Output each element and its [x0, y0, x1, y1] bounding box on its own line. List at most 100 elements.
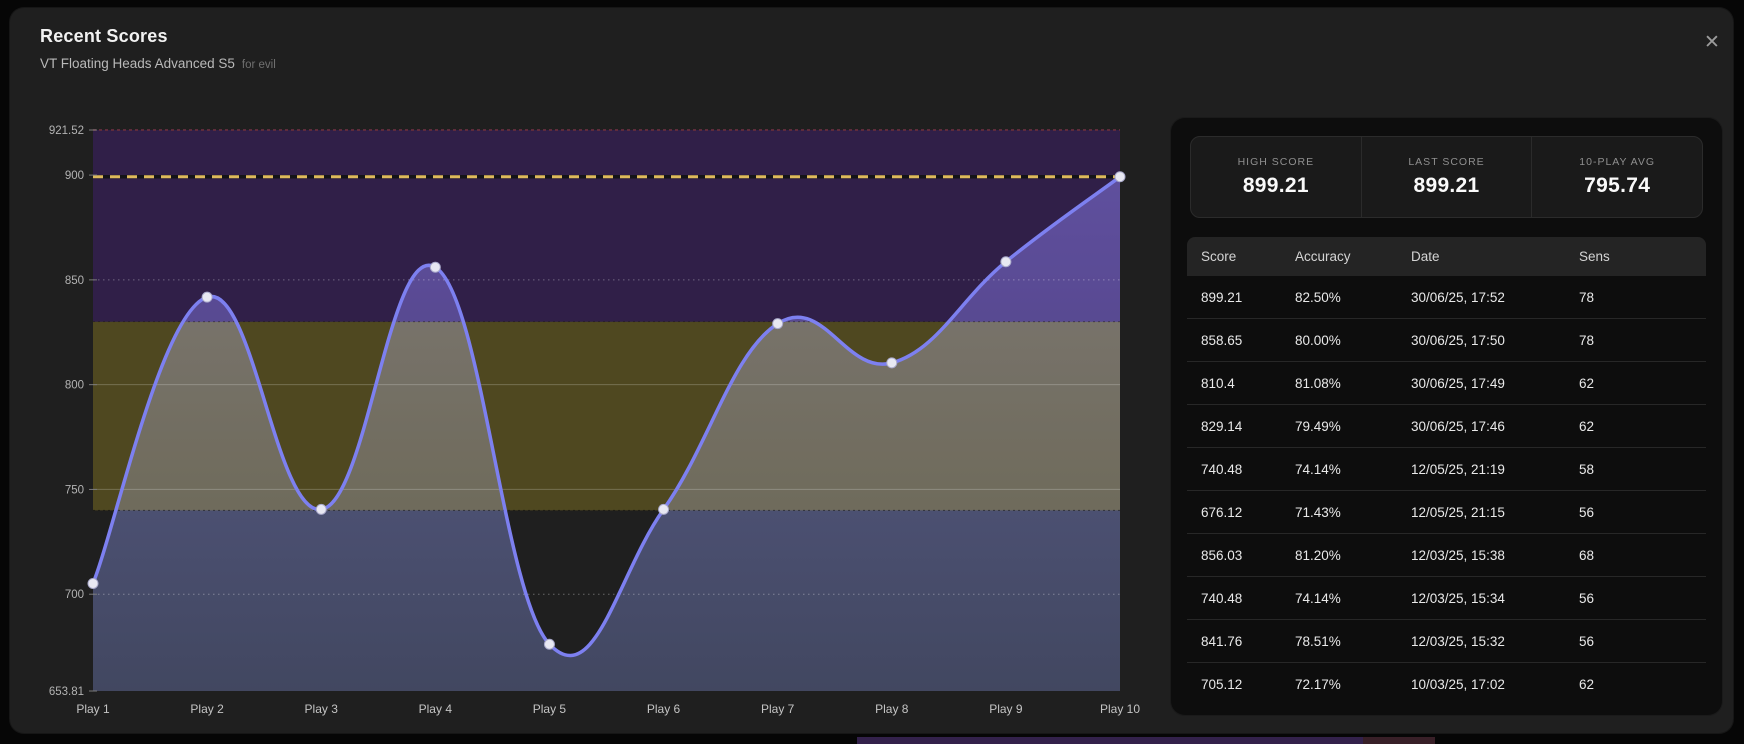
data-point-play-3[interactable] [315, 503, 327, 515]
cell-date: 12/03/25, 15:38 [1411, 547, 1505, 563]
cell-accuracy: 78.51% [1295, 633, 1341, 649]
page-title: Recent Scores [40, 26, 168, 46]
cell-score: 829.14 [1201, 418, 1243, 434]
data-point-play-10[interactable] [1114, 171, 1126, 183]
score-row: 740.48 74.14% 12/03/25, 15:34 56 [1187, 577, 1706, 620]
x-tick-label: Play 3 [305, 702, 339, 716]
cell-date: 12/05/25, 21:15 [1411, 504, 1505, 520]
score-row: 856.03 81.20% 12/03/25, 15:38 68 [1187, 534, 1706, 577]
scenario-player: for evil [241, 59, 276, 71]
stat-label: HIGH SCORE [1237, 156, 1315, 168]
stat-value: 795.74 [1584, 174, 1651, 197]
data-point-play-5[interactable] [543, 638, 555, 650]
cell-accuracy: 82.50% [1295, 289, 1341, 305]
cell-score: 740.48 [1201, 461, 1243, 477]
cell-score: 705.12 [1201, 677, 1243, 692]
data-point-play-8[interactable] [886, 357, 898, 369]
stat-value: 899.21 [1242, 174, 1309, 197]
x-tick-label: Play 9 [989, 702, 1023, 716]
stat-10-play-avg: 10-PLAY AVG 795.74 [1531, 137, 1702, 217]
recent-scores-screen: Recent Scores VT Floating Heads Advanced… [0, 0, 1744, 744]
cell-score: 856.03 [1201, 547, 1243, 563]
x-tick-label: Play 8 [875, 702, 909, 716]
cell-score: 810.4 [1201, 375, 1235, 391]
y-tick-label: 850 [65, 275, 84, 287]
cell-accuracy: 74.14% [1295, 461, 1341, 477]
cell-score: 841.76 [1201, 633, 1243, 649]
stat-value: 899.21 [1413, 174, 1480, 197]
recent-scores-modal: Recent Scores VT Floating Heads Advanced… [10, 8, 1733, 733]
x-tick-label: Play 10 [1100, 702, 1140, 716]
stat-last-score: LAST SCORE 899.21 [1360, 137, 1532, 217]
score-row: 841.76 78.51% 12/03/25, 15:32 56 [1187, 620, 1706, 663]
scenario-subtitle: VT Floating Heads Advanced S5 for evil [40, 56, 276, 71]
cell-sens: 62 [1579, 375, 1595, 391]
y-tick-label: 800 [65, 380, 84, 392]
cell-score: 899.21 [1201, 289, 1243, 305]
score-row: 676.12 71.43% 12/05/25, 21:15 56 [1187, 491, 1706, 534]
column-header-sens: Sens [1579, 249, 1610, 264]
y-tick-label: 900 [65, 170, 84, 182]
x-tick-label: Play 4 [419, 702, 453, 716]
score-row: 740.48 74.14% 12/05/25, 21:19 58 [1187, 448, 1706, 491]
data-point-play-1[interactable] [87, 577, 99, 589]
x-tick-label: Play 1 [76, 702, 110, 716]
y-tick-label: 653.81 [49, 686, 84, 698]
cell-sens: 62 [1579, 677, 1595, 692]
score-row: 858.65 80.00% 30/06/25, 17:50 78 [1187, 319, 1706, 362]
cell-date: 30/06/25, 17:49 [1411, 375, 1505, 391]
stats-box: HIGH SCORE 899.21 LAST SCORE 899.21 10-P… [1190, 136, 1703, 218]
scores-table-header: Score Accuracy Date Sens [1187, 237, 1706, 276]
stats-panel: HIGH SCORE 899.21 LAST SCORE 899.21 10-P… [1171, 118, 1722, 715]
cell-date: 30/06/25, 17:50 [1411, 332, 1505, 348]
cell-score: 858.65 [1201, 332, 1243, 348]
high-band [93, 130, 1120, 322]
cell-sens: 56 [1579, 590, 1595, 606]
cell-sens: 56 [1579, 504, 1595, 520]
background-page-sliver [857, 737, 1363, 744]
column-header-score: Score [1201, 249, 1237, 264]
data-point-play-9[interactable] [1000, 256, 1012, 268]
x-tick-label: Play 6 [647, 702, 681, 716]
scores-table-body: 899.21 82.50% 30/06/25, 17:52 78 858.65 … [1187, 276, 1706, 706]
score-row: 810.4 81.08% 30/06/25, 17:49 62 [1187, 362, 1706, 405]
data-point-play-4[interactable] [429, 261, 441, 273]
data-point-play-7[interactable] [772, 318, 784, 330]
score-row: 829.14 79.49% 30/06/25, 17:46 62 [1187, 405, 1706, 448]
x-tick-label: Play 2 [190, 702, 224, 716]
cell-sens: 56 [1579, 633, 1595, 649]
cell-date: 30/06/25, 17:52 [1411, 289, 1505, 305]
y-tick-label: 921.52 [49, 125, 84, 137]
scores-table: Score Accuracy Date Sens 899.21 82.50% 3… [1187, 237, 1706, 706]
cell-sens: 78 [1579, 289, 1595, 305]
cell-date: 12/03/25, 15:34 [1411, 590, 1505, 606]
cell-accuracy: 72.17% [1295, 677, 1341, 692]
stat-label: LAST SCORE [1408, 156, 1485, 168]
cell-sens: 68 [1579, 547, 1595, 563]
score-chart[interactable]: 921.52 900 850 800 750 700 653.81 Play 1 Play 2 P… [10, 103, 1160, 737]
cell-date: 10/03/25, 17:02 [1411, 677, 1505, 692]
column-header-accuracy: Accuracy [1295, 249, 1351, 264]
close-icon: ✕ [1704, 31, 1720, 53]
y-tick-label: 750 [65, 484, 84, 496]
cell-accuracy: 80.00% [1295, 332, 1341, 348]
cell-score: 740.48 [1201, 590, 1243, 606]
cell-accuracy: 81.20% [1295, 547, 1341, 563]
cell-accuracy: 71.43% [1295, 504, 1341, 520]
cell-sens: 62 [1579, 418, 1595, 434]
x-tick-label: Play 7 [761, 702, 795, 716]
y-tick-label: 700 [65, 589, 84, 601]
cell-accuracy: 81.08% [1295, 375, 1341, 391]
x-tick-label: Play 5 [533, 702, 567, 716]
cell-score: 676.12 [1201, 504, 1243, 520]
data-point-play-2[interactable] [201, 291, 213, 303]
background-page-sliver-2 [1363, 737, 1435, 744]
data-point-play-6[interactable] [658, 503, 670, 515]
cell-date: 30/06/25, 17:46 [1411, 418, 1505, 434]
cell-accuracy: 74.14% [1295, 590, 1341, 606]
stat-high-score: HIGH SCORE 899.21 [1191, 137, 1361, 217]
close-button[interactable]: ✕ [1698, 28, 1726, 56]
cell-date: 12/05/25, 21:19 [1411, 461, 1505, 477]
column-header-date: Date [1411, 249, 1440, 264]
scenario-name: VT Floating Heads Advanced S5 [40, 56, 235, 71]
